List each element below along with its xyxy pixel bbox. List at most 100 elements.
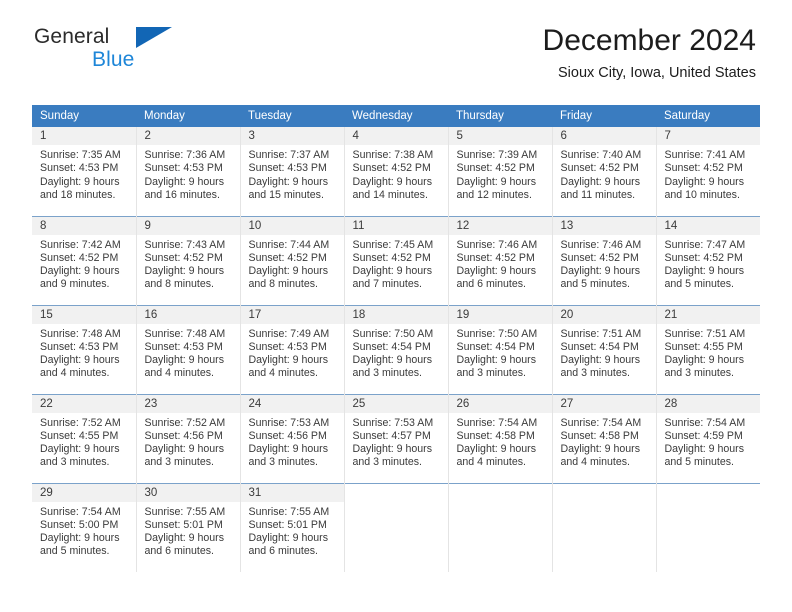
day-number: 8: [32, 216, 136, 235]
daylight-text-line1: Daylight: 9 hours: [352, 265, 433, 278]
daylight-text-line1: Daylight: 9 hours: [144, 443, 225, 456]
daylight-text-line1: Daylight: 9 hours: [144, 265, 225, 278]
calendar-day-cell[interactable]: 15 Sunrise: 7:48 AM Sunset: 4:53 PM Dayligh…: [32, 304, 137, 394]
calendar-day-cell[interactable]: 7 Sunrise: 7:41 AM Sunset: 4:52 PM Daylight…: [656, 127, 760, 216]
day-details: Sunrise: 7:45 AM Sunset: 4:52 PM Daylight:…: [345, 235, 448, 292]
daylight-text-line2: and 16 minutes.: [144, 188, 220, 201]
day-details: Sunrise: 7:37 AM Sunset: 4:53 PM Daylight:…: [241, 145, 344, 202]
calendar-day-cell[interactable]: 2 Sunrise: 7:36 AM Sunset: 4:53 PM Daylight…: [136, 127, 241, 216]
calendar-day-cell[interactable]: 10 Sunrise: 7:44 AM Sunset: 4:52 PM Dayligh…: [240, 215, 345, 305]
logo-text-general: General: [34, 25, 110, 48]
generalblue-logo[interactable]: General Blue: [34, 25, 173, 70]
calendar-day-cell[interactable]: 28 Sunrise: 7:54 AM Sunset: 4:59 PM Dayligh…: [656, 393, 760, 483]
calendar-day-cell[interactable]: 20 Sunrise: 7:51 AM Sunset: 4:54 PM Dayligh…: [552, 304, 657, 394]
calendar-day-cell[interactable]: 4 Sunrise: 7:38 AM Sunset: 4:52 PM Daylight…: [344, 127, 449, 216]
calendar-day-cell[interactable]: 3 Sunrise: 7:37 AM Sunset: 4:53 PM Daylight…: [240, 127, 345, 216]
daylight-text-line1: Daylight: 9 hours: [664, 443, 745, 456]
day-number: 18: [344, 305, 448, 324]
day-number: 31: [240, 483, 344, 502]
day-number: 19: [448, 305, 552, 324]
day-details: Sunrise: 7:52 AM Sunset: 4:55 PM Daylight:…: [32, 413, 136, 470]
daylight-text-line1: Daylight: 9 hours: [248, 354, 329, 367]
calendar-day-cell[interactable]: 31 Sunrise: 7:55 AM Sunset: 5:01 PM Dayligh…: [240, 482, 345, 572]
daylight-text-line1: Daylight: 9 hours: [456, 354, 537, 367]
calendar-day-cell[interactable]: 30 Sunrise: 7:55 AM Sunset: 5:01 PM Dayligh…: [136, 482, 241, 572]
sunset-text: Sunset: 4:52 PM: [664, 162, 743, 175]
day-number: 20: [552, 305, 656, 324]
sunrise-text: Sunrise: 7:53 AM: [248, 416, 330, 429]
calendar-day-cell[interactable]: 29 Sunrise: 7:54 AM Sunset: 5:00 PM Dayligh…: [32, 482, 137, 572]
sunset-text: Sunset: 4:52 PM: [144, 251, 223, 264]
sunset-text: Sunset: 4:52 PM: [248, 251, 327, 264]
daylight-text-line2: and 4 minutes.: [40, 367, 110, 380]
calendar-day-cell[interactable]: 11 Sunrise: 7:45 AM Sunset: 4:52 PM Dayligh…: [344, 215, 449, 305]
daylight-text-line1: Daylight: 9 hours: [352, 354, 433, 367]
daylight-text-line2: and 6 minutes.: [144, 545, 215, 558]
sunrise-text: Sunrise: 7:54 AM: [456, 416, 538, 429]
day-details: Sunrise: 7:38 AM Sunset: 4:52 PM Daylight:…: [345, 145, 448, 202]
calendar-week-row: 29 Sunrise: 7:54 AM Sunset: 5:00 PM Dayligh…: [32, 482, 760, 572]
calendar-empty-cell: [552, 482, 657, 572]
daylight-text-line2: and 8 minutes.: [248, 278, 319, 291]
calendar-day-cell[interactable]: 25 Sunrise: 7:53 AM Sunset: 4:57 PM Dayligh…: [344, 393, 449, 483]
daylight-text-line2: and 18 minutes.: [40, 188, 116, 201]
calendar-day-cell[interactable]: 22 Sunrise: 7:52 AM Sunset: 4:55 PM Dayligh…: [32, 393, 137, 483]
calendar-day-cell[interactable]: 8 Sunrise: 7:42 AM Sunset: 4:52 PM Daylight…: [32, 215, 137, 305]
sunrise-text: Sunrise: 7:41 AM: [664, 149, 746, 161]
day-number: 28: [656, 394, 760, 413]
daylight-text-line2: and 9 minutes.: [40, 278, 110, 291]
calendar-day-cell[interactable]: 9 Sunrise: 7:43 AM Sunset: 4:52 PM Daylight…: [136, 215, 241, 305]
daylight-text-line2: and 12 minutes.: [456, 188, 532, 201]
daylight-text-line1: Daylight: 9 hours: [40, 532, 120, 545]
sunset-text: Sunset: 4:53 PM: [40, 340, 119, 353]
day-details: Sunrise: 7:54 AM Sunset: 4:58 PM Daylight:…: [449, 413, 552, 470]
daylight-text-line1: Daylight: 9 hours: [456, 175, 537, 188]
daylight-text-line2: and 3 minutes.: [456, 367, 527, 380]
calendar-day-cell[interactable]: 23 Sunrise: 7:52 AM Sunset: 4:56 PM Dayligh…: [136, 393, 241, 483]
day-details: Sunrise: 7:50 AM Sunset: 4:54 PM Daylight:…: [449, 324, 552, 381]
calendar-day-cell[interactable]: 16 Sunrise: 7:48 AM Sunset: 4:53 PM Dayligh…: [136, 304, 241, 394]
day-details: Sunrise: 7:53 AM Sunset: 4:56 PM Daylight:…: [241, 413, 344, 470]
sunrise-text: Sunrise: 7:50 AM: [456, 327, 538, 340]
daylight-text-line2: and 5 minutes.: [664, 278, 735, 291]
daylight-text-line1: Daylight: 9 hours: [144, 175, 225, 188]
calendar-day-cell[interactable]: 21 Sunrise: 7:51 AM Sunset: 4:55 PM Dayligh…: [656, 304, 760, 394]
calendar-day-cell[interactable]: 19 Sunrise: 7:50 AM Sunset: 4:54 PM Dayligh…: [448, 304, 553, 394]
sunrise-text: Sunrise: 7:51 AM: [664, 327, 746, 340]
calendar-day-cell[interactable]: 13 Sunrise: 7:46 AM Sunset: 4:52 PM Dayligh…: [552, 215, 657, 305]
day-number: 21: [656, 305, 760, 324]
daylight-text-line2: and 3 minutes.: [560, 367, 631, 380]
calendar-day-cell[interactable]: 17 Sunrise: 7:49 AM Sunset: 4:53 PM Dayligh…: [240, 304, 345, 394]
calendar-day-cell[interactable]: 5 Sunrise: 7:39 AM Sunset: 4:52 PM Daylight…: [448, 127, 553, 216]
day-number: 10: [240, 216, 344, 235]
calendar-day-cell[interactable]: 6 Sunrise: 7:40 AM Sunset: 4:52 PM Daylight…: [552, 127, 657, 216]
calendar-day-cell[interactable]: 14 Sunrise: 7:47 AM Sunset: 4:52 PM Dayligh…: [656, 215, 760, 305]
sunset-text: Sunset: 5:00 PM: [40, 518, 119, 531]
day-details: Sunrise: 7:54 AM Sunset: 4:58 PM Daylight:…: [553, 413, 656, 470]
sunrise-text: Sunrise: 7:42 AM: [40, 238, 121, 251]
sunrise-text: Sunrise: 7:48 AM: [40, 327, 121, 340]
calendar-week-row: 22 Sunrise: 7:52 AM Sunset: 4:55 PM Dayligh…: [32, 393, 760, 483]
daylight-text-line2: and 5 minutes.: [560, 278, 631, 291]
calendar-day-cell[interactable]: 12 Sunrise: 7:46 AM Sunset: 4:52 PM Dayligh…: [448, 215, 553, 305]
calendar-day-cell[interactable]: 1 Sunrise: 7:35 AM Sunset: 4:53 PM Daylight…: [32, 127, 137, 216]
weekday-header-row: Sunday Monday Tuesday Wednesday Thursday…: [32, 105, 760, 127]
daylight-text-line2: and 5 minutes.: [40, 545, 110, 558]
day-number: [344, 483, 448, 502]
daylight-text-line2: and 4 minutes.: [456, 456, 527, 469]
calendar-day-cell[interactable]: 24 Sunrise: 7:53 AM Sunset: 4:56 PM Dayligh…: [240, 393, 345, 483]
day-details: Sunrise: 7:46 AM Sunset: 4:52 PM Daylight:…: [553, 235, 656, 292]
daylight-text-line2: and 10 minutes.: [664, 188, 740, 201]
calendar-day-cell[interactable]: 26 Sunrise: 7:54 AM Sunset: 4:58 PM Dayligh…: [448, 393, 553, 483]
day-number: 24: [240, 394, 344, 413]
sunset-text: Sunset: 4:53 PM: [248, 162, 327, 175]
calendar-week-row: 1 Sunrise: 7:35 AM Sunset: 4:53 PM Daylight…: [32, 127, 760, 216]
calendar-empty-cell: [656, 482, 760, 572]
sunset-text: Sunset: 4:53 PM: [144, 162, 223, 175]
daylight-text-line1: Daylight: 9 hours: [144, 532, 225, 545]
calendar-day-cell[interactable]: 18 Sunrise: 7:50 AM Sunset: 4:54 PM Dayligh…: [344, 304, 449, 394]
daylight-text-line2: and 6 minutes.: [248, 545, 319, 558]
sunrise-text: Sunrise: 7:52 AM: [144, 416, 226, 429]
sunset-text: Sunset: 4:58 PM: [560, 429, 639, 442]
calendar-day-cell[interactable]: 27 Sunrise: 7:54 AM Sunset: 4:58 PM Dayligh…: [552, 393, 657, 483]
